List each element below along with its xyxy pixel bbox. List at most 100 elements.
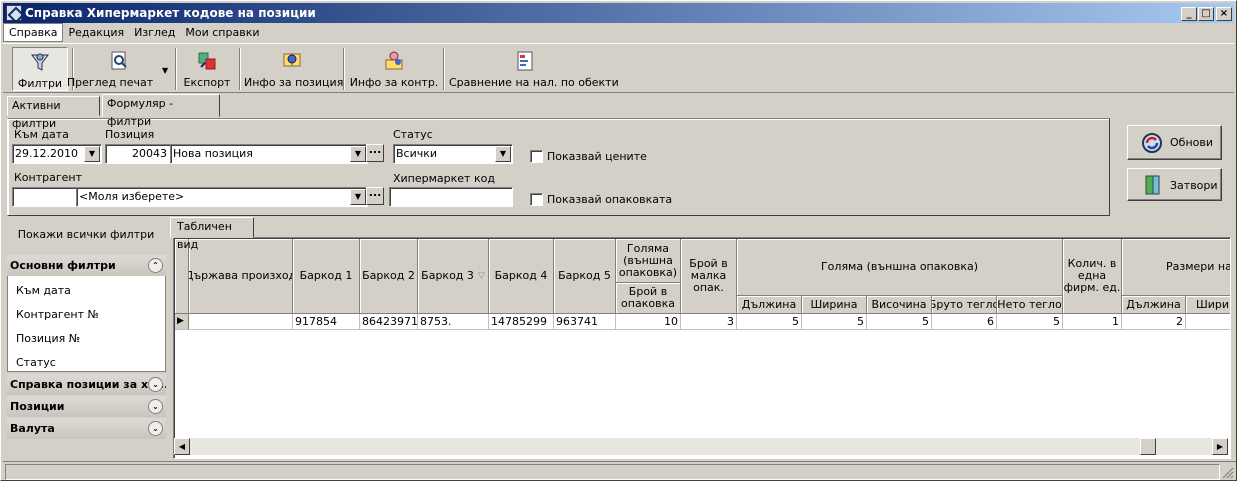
tab-active-filters[interactable]: Активни филтри	[7, 96, 100, 130]
menu-moi-spravki[interactable]: Мои справки	[180, 23, 264, 42]
position-lookup-button[interactable]: ...	[366, 144, 384, 162]
col-header-width2[interactable]: Шири	[1186, 296, 1230, 314]
horizontal-scrollbar[interactable]: ◀ ▶	[174, 438, 1228, 455]
col-header-barcode1[interactable]: Баркод 1	[293, 239, 360, 314]
col-header-gross-weight[interactable]: Бруто тегло	[932, 296, 997, 314]
cell-barcode1[interactable]: 917854	[293, 314, 360, 330]
col-header-count-small-pack[interactable]: Брой в малка опак.	[681, 239, 737, 314]
status-label: Статус	[393, 128, 433, 141]
col-header-big-outer-pack[interactable]: Голяма (външна опаковка)	[616, 239, 681, 283]
refresh-button[interactable]: Обнови	[1127, 125, 1222, 160]
category-currency[interactable]: Валута ⌄	[7, 418, 166, 439]
date-label: Към дата	[14, 128, 69, 141]
col-header-qty-firm-unit[interactable]: Колич. в една фирм. ед.	[1063, 239, 1122, 314]
cell-length[interactable]: 5	[737, 314, 802, 330]
position-code-input[interactable]: 20043	[105, 144, 171, 164]
data-grid: Държава произход Баркод 1 Баркод 2 Барко…	[173, 237, 1231, 459]
hyper-code-input[interactable]	[389, 187, 513, 207]
cell-barcode3[interactable]: 8753.	[418, 314, 489, 330]
col-group-sizes: Размери на	[1122, 239, 1230, 296]
toolbar-separator	[443, 48, 445, 90]
chevron-down-icon[interactable]: ⌄	[148, 421, 163, 436]
menu-spravka[interactable]: Справка	[3, 23, 64, 42]
contragent-info-button[interactable]: Инфо за контр.	[349, 47, 439, 91]
cell-barcode5[interactable]: 963741	[554, 314, 616, 330]
contragent-label: Контрагент	[14, 171, 83, 184]
category-report[interactable]: Справка позиции за хи... ⌄	[7, 374, 166, 395]
export-button[interactable]: Експорт	[181, 47, 233, 91]
show-prices-label: Показвай цените	[547, 150, 647, 163]
toolbar-separator	[175, 48, 177, 90]
col-header-country[interactable]: Държава произход	[189, 239, 293, 314]
window-title: Справка Хипермаркет кодове на позиции	[25, 6, 316, 20]
position-info-button[interactable]: Инфо за позиция	[244, 47, 343, 91]
print-dropdown-arrow-icon[interactable]: ▼	[162, 66, 168, 75]
col-header-length[interactable]: Дължина	[737, 296, 802, 314]
contragent-code-input[interactable]	[12, 187, 78, 207]
cell-net-weight[interactable]: 5	[997, 314, 1063, 330]
col-header-net-weight[interactable]: Нето тегло	[997, 296, 1063, 314]
cell-count-in-pack[interactable]: 10	[616, 314, 681, 330]
show-prices-checkbox[interactable]	[530, 150, 543, 163]
date-dropdown-icon[interactable]: ▼	[84, 146, 100, 162]
position-info-icon	[283, 53, 301, 67]
col-header-height[interactable]: Височина	[867, 296, 932, 314]
close-window-button[interactable]: ×	[1216, 7, 1232, 21]
col-header-barcode4[interactable]: Баркод 4	[489, 239, 554, 314]
tab-form-filters[interactable]: Формуляр - филтри	[102, 94, 220, 128]
compare-icon	[517, 51, 533, 71]
tab-table-view[interactable]: Табличен вид	[170, 217, 254, 251]
cell-barcode2[interactable]: 86423971	[360, 314, 418, 330]
cell-barcode4[interactable]: 14785299	[489, 314, 554, 330]
category-main-filters[interactable]: Основни филтри ⌃	[7, 255, 166, 276]
maximize-button[interactable]: □	[1198, 7, 1214, 21]
scroll-thumb[interactable]	[1140, 438, 1156, 455]
cell-gross-weight[interactable]: 6	[932, 314, 997, 330]
scroll-right-icon[interactable]: ▶	[1212, 438, 1228, 455]
position-name-select[interactable]: Нова позиция	[170, 144, 368, 164]
chevron-down-icon[interactable]: ⌄	[148, 399, 163, 414]
resize-grip-icon[interactable]	[1221, 466, 1234, 479]
col-header-count-in-pack[interactable]: Брой в опаковка	[616, 283, 681, 314]
cell-qty-firm-unit[interactable]: 1	[1063, 314, 1122, 330]
cell-length2[interactable]: 2	[1122, 314, 1186, 330]
chevron-up-icon[interactable]: ⌃	[148, 258, 163, 273]
toolbar-separator	[239, 48, 241, 90]
position-dropdown-icon[interactable]: ▼	[350, 146, 366, 162]
filter-item-contragent[interactable]: Контрагент №	[16, 308, 99, 324]
status-dropdown-icon[interactable]: ▼	[495, 146, 511, 162]
menu-redakcia[interactable]: Редакция	[63, 23, 129, 42]
refresh-icon	[1142, 133, 1162, 153]
filter-item-position[interactable]: Позиция №	[16, 332, 80, 348]
filter-item-date[interactable]: Към дата	[16, 284, 71, 300]
col-header-barcode2[interactable]: Баркод 2	[360, 239, 418, 314]
row-selector-icon[interactable]: ▶	[175, 314, 189, 330]
menu-izgled[interactable]: Изглед	[129, 23, 180, 42]
chevron-down-icon[interactable]: ⌄	[148, 377, 163, 392]
contragent-lookup-button[interactable]: ...	[366, 187, 384, 205]
cell-width2[interactable]	[1186, 314, 1230, 330]
contragent-dropdown-icon[interactable]: ▼	[350, 189, 366, 205]
compare-button[interactable]: Сравнение на нал. по обекти	[449, 47, 619, 91]
col-header-barcode3[interactable]: Баркод 3 ▽	[418, 239, 489, 314]
show-packaging-checkbox[interactable]	[530, 193, 543, 206]
col-header-barcode5[interactable]: Баркод 5	[554, 239, 616, 314]
cell-width[interactable]: 5	[802, 314, 867, 330]
app-icon	[6, 5, 22, 21]
print-preview-button[interactable]: Преглед печат	[67, 47, 163, 91]
scroll-left-icon[interactable]: ◀	[174, 438, 190, 455]
filter-icon	[31, 53, 49, 71]
cell-country[interactable]	[189, 314, 293, 330]
col-header-width[interactable]: Ширина	[802, 296, 867, 314]
col-header-length2[interactable]: Дължина	[1122, 296, 1186, 314]
category-positions[interactable]: Позиции ⌄	[7, 396, 166, 417]
minimize-button[interactable]: _	[1181, 7, 1197, 21]
cell-count-small-pack[interactable]: 3	[681, 314, 737, 330]
close-button[interactable]: Затвори	[1127, 168, 1222, 201]
cell-height[interactable]: 5	[867, 314, 932, 330]
contragent-name-select[interactable]: <Моля изберете>	[76, 187, 368, 207]
filters-button[interactable]: Филтри	[12, 47, 68, 91]
filter-item-status[interactable]: Статус	[16, 356, 56, 372]
app-window: Справка Хипермаркет кодове на позиции _ …	[0, 0, 1237, 481]
show-all-filters-button[interactable]: Покажи всички филтри	[5, 228, 167, 241]
